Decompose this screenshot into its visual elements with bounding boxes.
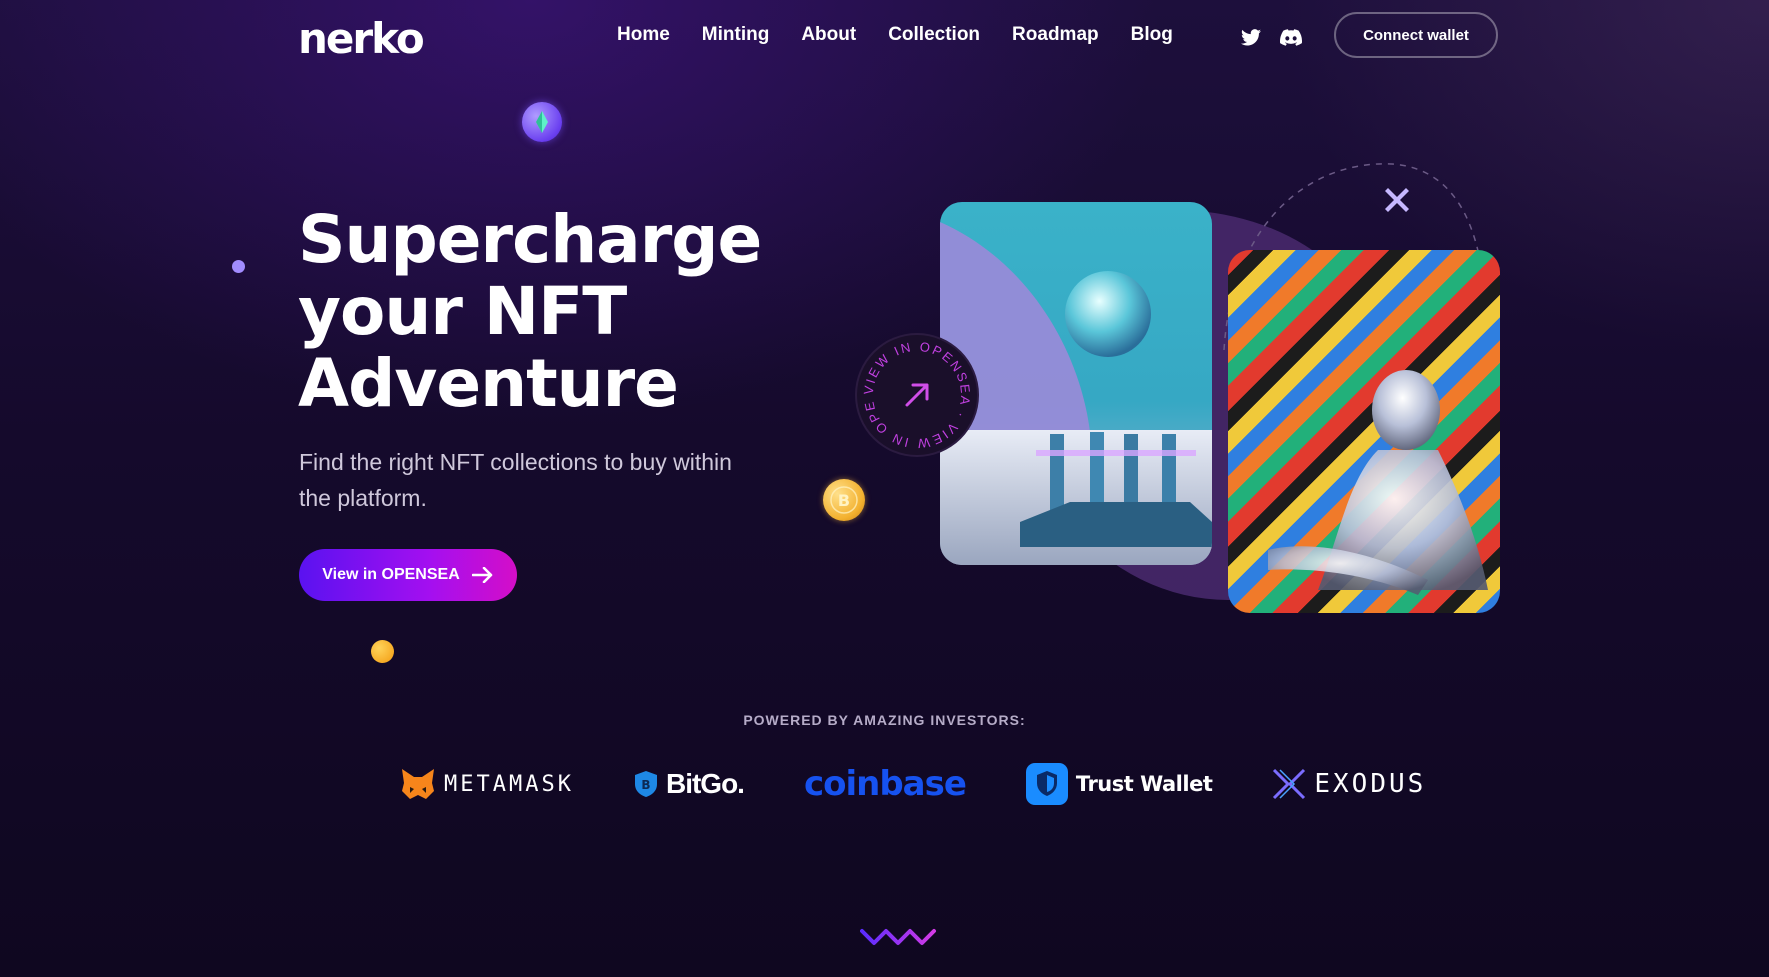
hero-title-line-3: Adventure: [298, 345, 679, 422]
svg-text:B: B: [641, 778, 650, 792]
main-nav: Home Minting About Collection Roadmap Bl…: [617, 24, 1173, 46]
investors-label: POWERED BY AMAZING INVESTORS:: [743, 712, 1026, 728]
view-in-opensea-button[interactable]: View in OPENSEA: [299, 549, 517, 601]
hero-title-line-1: Supercharge: [298, 201, 762, 278]
hero-subtitle: Find the right NFT collections to buy wi…: [299, 449, 732, 511]
nav-item-minting[interactable]: Minting: [702, 24, 770, 46]
ethereum-coin-icon: [522, 102, 562, 142]
metamask-wordmark: METAMASK: [444, 771, 574, 797]
coinbase-wordmark: coinbase: [803, 764, 967, 804]
exodus-x-icon: [1273, 768, 1306, 800]
nav-item-collection[interactable]: Collection: [888, 24, 980, 46]
nav-item-about[interactable]: About: [801, 24, 856, 46]
nav-item-blog[interactable]: Blog: [1131, 24, 1173, 46]
twitter-icon[interactable]: [1239, 26, 1263, 48]
bitgo-wordmark: BitGo.: [665, 768, 745, 799]
hero-title: Supercharge your NFT Adventure: [298, 201, 762, 422]
hero-title-line-2: your NFT: [298, 273, 627, 350]
investor-logo-bitgo[interactable]: B BitGo.: [634, 768, 745, 800]
nft-card-artwork-1[interactable]: [940, 202, 1212, 565]
exodus-wordmark: EXODUS: [1314, 769, 1427, 799]
cta-label: View in OPENSEA: [322, 566, 460, 583]
metamask-fox-icon: [402, 769, 434, 799]
investor-logo-exodus[interactable]: EXODUS: [1272, 768, 1426, 800]
nav-item-roadmap[interactable]: Roadmap: [1012, 24, 1099, 46]
arrow-up-right-icon: [905, 383, 929, 407]
investor-logo-coinbase[interactable]: coinbase: [803, 764, 967, 804]
discord-icon[interactable]: [1279, 26, 1303, 48]
svg-text:VIEW IN OPENSEA · VIEW IN OPEN: VIEW IN OPENSEA · VIEW IN OPENSEA ·: [857, 335, 973, 451]
nav-item-home[interactable]: Home: [617, 24, 670, 46]
connect-wallet-button[interactable]: Connect wallet: [1334, 12, 1498, 58]
brand-logo[interactable]: nerko: [298, 14, 425, 63]
investor-logo-trust-wallet[interactable]: Trust Wallet: [1025, 763, 1213, 805]
nft-card-artwork-2[interactable]: [1228, 250, 1500, 613]
trust-wallet-wordmark: Trust Wallet: [1075, 772, 1213, 796]
arrow-right-icon: [471, 567, 493, 583]
decorative-squiggle-icon: [860, 929, 936, 945]
svg-text:B: B: [838, 491, 850, 510]
decorative-orb: [371, 640, 394, 663]
bitcoin-coin-icon: B: [823, 479, 865, 521]
decorative-dot: [232, 260, 245, 273]
trust-shield-icon: [1025, 763, 1068, 805]
x-sparkle-icon: [1385, 188, 1409, 212]
investor-logo-metamask[interactable]: METAMASK: [400, 767, 574, 801]
bitgo-shield-icon: B: [634, 771, 657, 797]
investor-logos: METAMASK B BitGo. coinbase Trust Wallet …: [400, 763, 1426, 805]
badge-circular-text: VIEW IN OPENSEA · VIEW IN OPENSEA ·: [851, 323, 971, 451]
view-in-opensea-badge[interactable]: VIEW IN OPENSEA · VIEW IN OPENSEA ·: [851, 323, 977, 455]
